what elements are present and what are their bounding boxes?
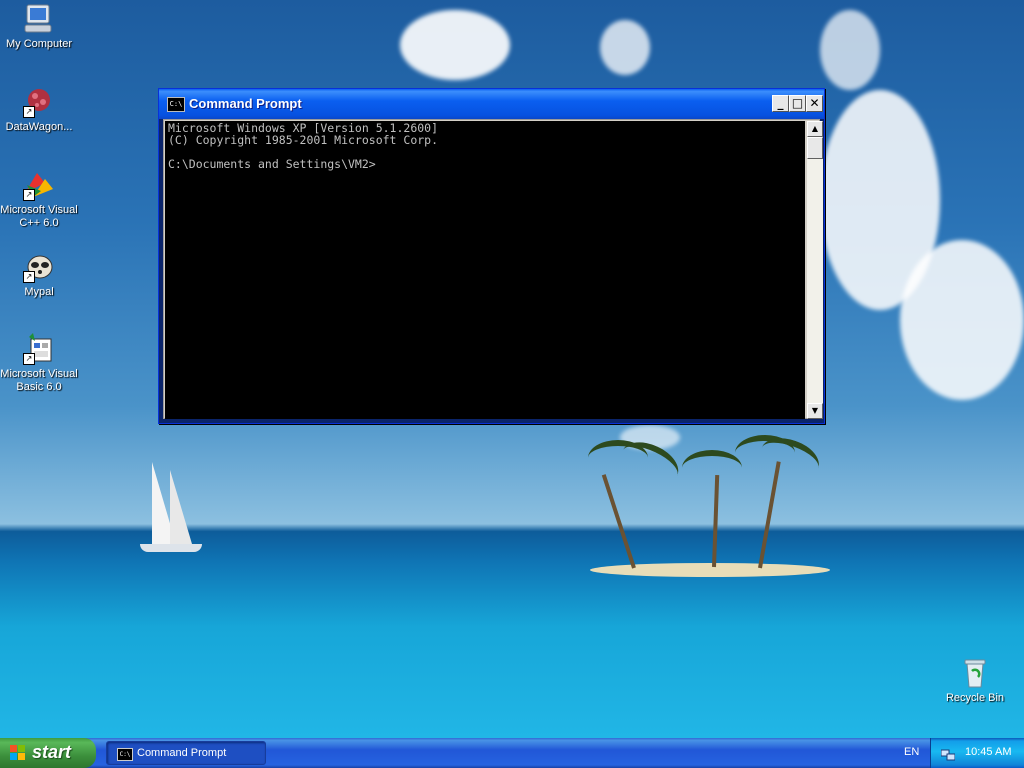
start-button[interactable]: start bbox=[0, 738, 96, 768]
datawagon-icon: ↗ bbox=[23, 86, 55, 118]
scroll-down-button[interactable]: ▼ bbox=[807, 403, 823, 419]
window-title: Command Prompt bbox=[189, 96, 302, 111]
cloud bbox=[400, 10, 510, 80]
windows-logo-icon bbox=[10, 745, 26, 761]
scroll-up-button[interactable]: ▲ bbox=[807, 121, 823, 137]
network-tray-icon[interactable] bbox=[940, 746, 956, 761]
clock[interactable]: 10:45 AM bbox=[965, 746, 1011, 758]
sailboat-hull bbox=[140, 544, 202, 552]
taskbar-item-label: Command Prompt bbox=[137, 747, 227, 759]
taskbar: start C:\ Command Prompt EN 10:45 AM bbox=[0, 738, 1024, 768]
scroll-up-icon: ▲ bbox=[811, 124, 819, 133]
cloud bbox=[820, 10, 880, 90]
console-output[interactable]: Microsoft Windows XP [Version 5.1.2600](… bbox=[165, 121, 805, 419]
my-computer-icon bbox=[23, 3, 55, 35]
language-indicator[interactable]: EN bbox=[904, 746, 919, 758]
island bbox=[590, 563, 830, 577]
palm-trunk bbox=[712, 474, 720, 568]
desktop-icon-label: My Computer bbox=[5, 38, 73, 50]
visual-cpp-icon: ↗ bbox=[23, 169, 55, 201]
console-prompt[interactable]: C:\Documents and Settings\VM2> bbox=[168, 158, 805, 170]
close-icon: ✕ bbox=[809, 96, 820, 110]
shortcut-arrow-icon: ↗ bbox=[23, 106, 35, 118]
start-label: start bbox=[32, 742, 72, 762]
cloud bbox=[900, 240, 1024, 400]
desktop-icon-label: DataWagon... bbox=[5, 121, 73, 133]
console-line: (C) Copyright 1985-2001 Microsoft Corp. bbox=[168, 133, 439, 147]
desktop-icon-recycle-bin[interactable]: Recycle Bin bbox=[936, 657, 1014, 705]
sailboat-sail bbox=[170, 470, 192, 544]
visual-basic-icon: ↗ bbox=[23, 333, 55, 365]
mypal-icon: ↗ bbox=[23, 251, 55, 283]
desktop-icon-label: Microsoft Visual C++ 6.0 bbox=[0, 204, 78, 229]
palm-frond bbox=[682, 450, 742, 486]
desktop-icon-label: Microsoft Visual Basic 6.0 bbox=[0, 368, 78, 393]
cmd-taskbar-icon: C:\ bbox=[117, 748, 133, 761]
system-tray: 10:45 AM bbox=[930, 738, 1024, 768]
shortcut-arrow-icon: ↗ bbox=[23, 189, 35, 201]
desktop-icon-visual-cpp[interactable]: ↗ Microsoft Visual C++ 6.0 bbox=[0, 169, 78, 230]
desktop-icon-datawagon[interactable]: ↗ DataWagon... bbox=[0, 86, 78, 134]
minimize-icon: _ bbox=[777, 96, 784, 110]
desktop-icon-label: Mypal bbox=[24, 286, 54, 298]
recycle-bin-icon bbox=[959, 657, 991, 689]
maximize-icon: □ bbox=[791, 96, 804, 110]
palm-trunk bbox=[758, 461, 781, 569]
cloud bbox=[600, 20, 650, 75]
vertical-scrollbar[interactable]: ▲ ▼ bbox=[807, 121, 823, 419]
desktop-icon-my-computer[interactable]: My Computer bbox=[0, 3, 78, 51]
desktop-icon-label: Recycle Bin bbox=[945, 692, 1005, 704]
close-button[interactable]: ✕ bbox=[806, 95, 823, 112]
window-client-area: Microsoft Windows XP [Version 5.1.2600](… bbox=[163, 119, 823, 419]
scroll-down-icon: ▼ bbox=[811, 406, 819, 415]
cmd-window-icon[interactable]: C:\ bbox=[167, 97, 185, 112]
taskbar-item-command-prompt[interactable]: C:\ Command Prompt bbox=[106, 741, 266, 765]
shortcut-arrow-icon: ↗ bbox=[23, 271, 35, 283]
maximize-button[interactable]: □ bbox=[789, 95, 806, 112]
minimize-button[interactable]: _ bbox=[772, 95, 789, 112]
command-prompt-window[interactable]: C:\ Command Prompt _ □ ✕ Microsoft Windo… bbox=[158, 88, 825, 424]
shortcut-arrow-icon: ↗ bbox=[23, 353, 35, 365]
window-titlebar[interactable]: C:\ Command Prompt _ □ ✕ bbox=[159, 89, 824, 119]
desktop-icon-mypal[interactable]: ↗ Mypal bbox=[0, 251, 78, 299]
desktop-icon-visual-basic[interactable]: ↗ Microsoft Visual Basic 6.0 bbox=[0, 333, 78, 394]
palm-trunk bbox=[601, 474, 636, 569]
scrollbar-thumb[interactable] bbox=[807, 137, 823, 159]
